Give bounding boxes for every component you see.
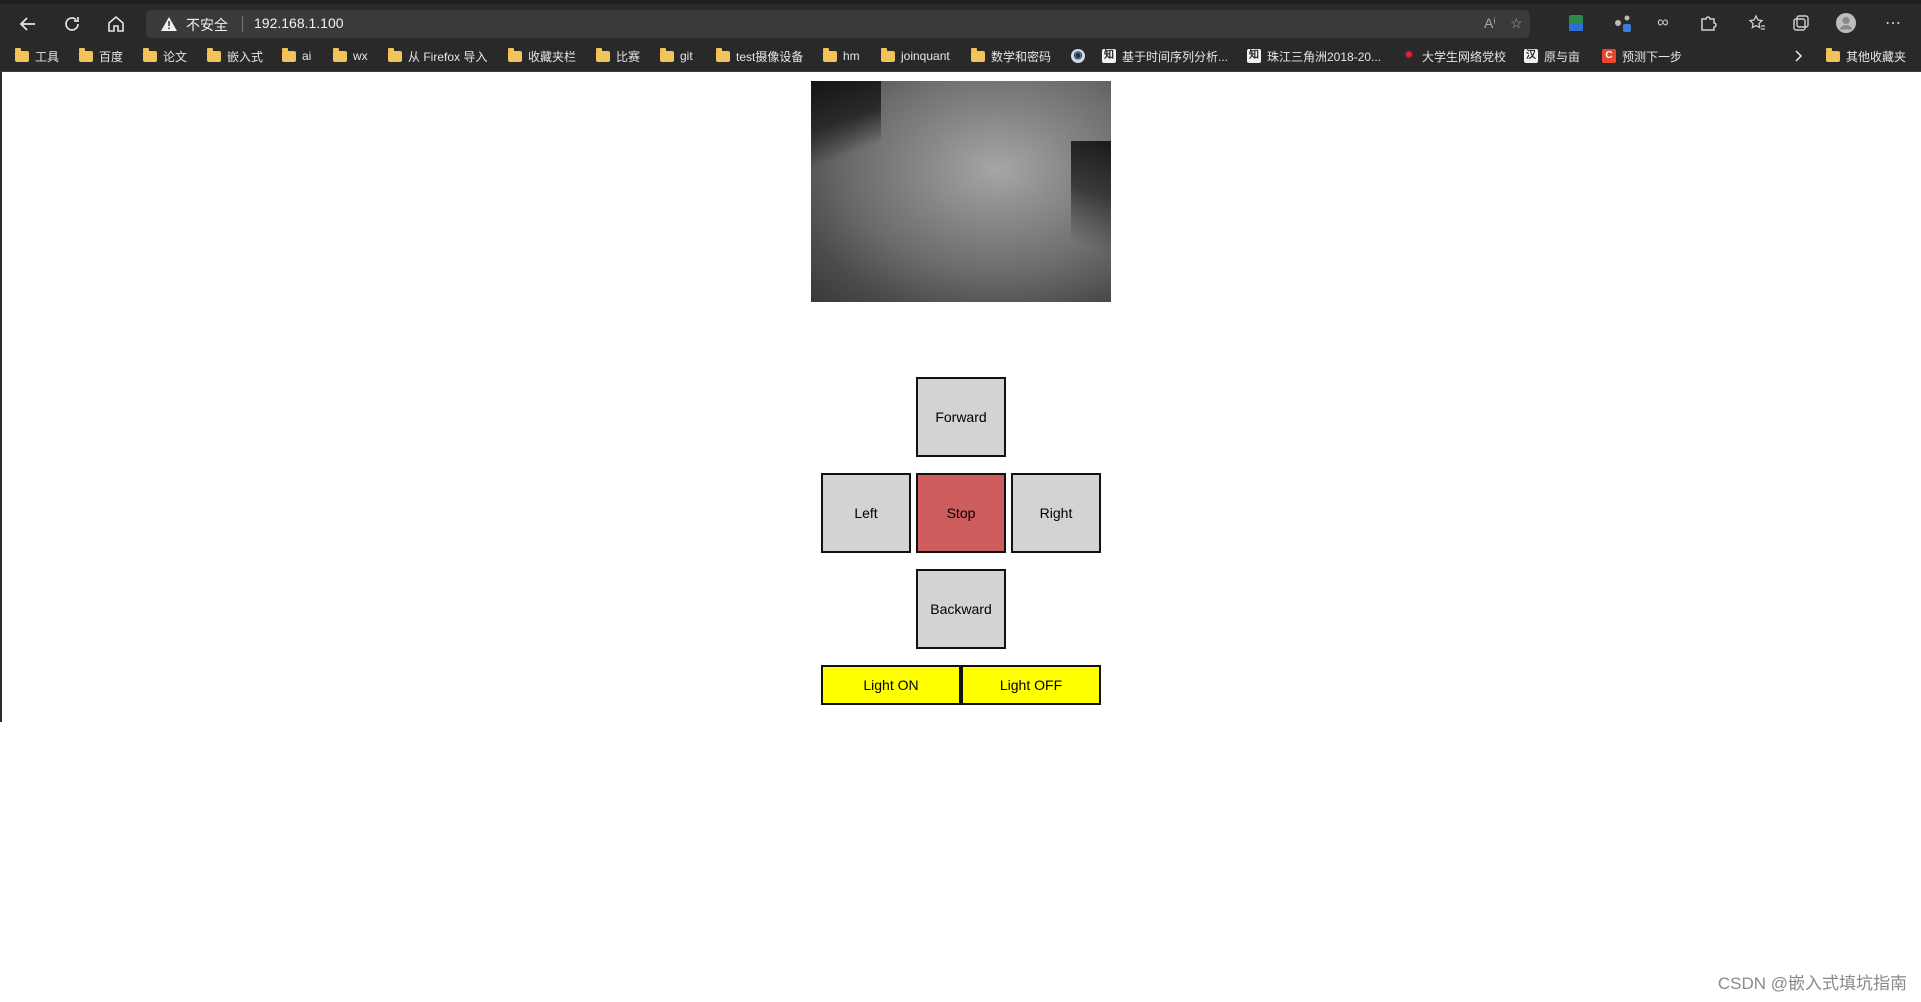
folder-icon xyxy=(1826,47,1840,62)
bookmark-item[interactable]: 工具 xyxy=(15,47,59,65)
folder-icon xyxy=(282,47,296,62)
bookmark-item[interactable]: 知基于时间序列分析... xyxy=(1102,47,1228,65)
bookmark-label: 预测下一步 xyxy=(1622,49,1683,64)
folder-icon xyxy=(207,47,221,62)
bookmark-label: 珠江三角洲2018-20... xyxy=(1267,49,1382,64)
folder-icon xyxy=(143,47,157,62)
bookmark-item[interactable]: 百度 xyxy=(79,47,123,65)
watermark-text: CSDN @嵌入式填坑指南 xyxy=(1717,974,1907,993)
bookmark-item[interactable]: joinquant xyxy=(881,47,950,65)
bookmark-label: git xyxy=(680,49,693,63)
bookmark-item[interactable]: 汉原与亩 xyxy=(1524,47,1580,65)
site-favicon-icon: 汉 xyxy=(1524,49,1538,63)
home-button[interactable] xyxy=(101,11,131,37)
folder-icon xyxy=(823,47,837,62)
light-off-button[interactable]: Light OFF xyxy=(961,665,1101,705)
folder-icon xyxy=(881,47,895,62)
add-favorite-icon[interactable]: ☆ xyxy=(1510,15,1523,32)
address-bar[interactable]: 不安全 192.168.1.100 Aⁱ ☆ xyxy=(146,10,1530,38)
window-edge xyxy=(0,72,2,722)
home-icon xyxy=(108,15,124,32)
bookmark-label: 从 Firefox 导入 xyxy=(408,49,488,64)
bookmark-item[interactable]: ✹ 大学生网络党校 xyxy=(1402,47,1506,65)
other-bookmarks-label: 其他收藏夹 xyxy=(1846,49,1907,64)
address-separator xyxy=(242,16,243,32)
other-bookmarks[interactable]: 其他收藏夹 xyxy=(1826,47,1906,65)
bookmark-label: 基于时间序列分析... xyxy=(1122,49,1229,64)
extension-share-icon[interactable] xyxy=(1611,12,1633,34)
bookmark-label: 大学生网络党校 xyxy=(1422,49,1507,64)
bookmark-label: 嵌入式 xyxy=(227,49,264,64)
extensions-puzzle-icon[interactable] xyxy=(1697,12,1719,34)
camera-stream xyxy=(811,81,1111,302)
globe-icon: ◉ xyxy=(1071,49,1085,63)
bookmarks-overflow-chevron-icon[interactable] xyxy=(1793,47,1803,65)
bookmark-label: wx xyxy=(353,49,368,63)
backward-button[interactable]: Backward xyxy=(916,569,1006,649)
extension-on-icon[interactable] xyxy=(1565,12,1587,34)
csdn-c-icon: C xyxy=(1602,49,1616,63)
bookmark-label: 工具 xyxy=(35,49,60,64)
infinity-icon[interactable]: ∞ xyxy=(1652,12,1674,34)
favorites-icon[interactable] xyxy=(1746,12,1768,34)
bookmark-label: 比赛 xyxy=(616,49,641,64)
browser-toolbar: 不安全 192.168.1.100 Aⁱ ☆ ∞ ⋯ xyxy=(0,0,1921,40)
folder-icon xyxy=(596,47,610,62)
bookmark-label: hm xyxy=(843,49,860,63)
bookmark-item[interactable]: ◉ xyxy=(1071,47,1091,65)
bookmark-item[interactable]: 比赛 xyxy=(596,47,640,65)
folder-icon xyxy=(660,47,674,62)
forward-button[interactable]: Forward xyxy=(916,377,1006,457)
party-emblem-icon: ✹ xyxy=(1404,50,1414,61)
bookmark-label: test摄像设备 xyxy=(736,49,804,64)
camera-frame-shadow xyxy=(811,81,881,201)
bookmark-item[interactable]: 数学和密码 xyxy=(971,47,1051,65)
read-aloud-icon[interactable]: Aⁱ xyxy=(1484,15,1496,32)
bookmark-label: joinquant xyxy=(901,49,950,63)
left-button[interactable]: Left xyxy=(821,473,911,553)
bookmark-item[interactable]: hm xyxy=(823,47,860,65)
bookmark-item[interactable]: ai xyxy=(282,47,311,65)
bookmark-label: 百度 xyxy=(99,49,124,64)
right-button[interactable]: Right xyxy=(1011,473,1101,553)
folder-icon xyxy=(79,47,93,62)
profile-avatar-icon[interactable] xyxy=(1835,12,1857,34)
bookmark-item[interactable]: 知珠江三角洲2018-20... xyxy=(1247,47,1381,65)
bookmark-item[interactable]: test摄像设备 xyxy=(716,47,803,65)
collections-icon[interactable] xyxy=(1790,12,1812,34)
url-text[interactable]: 192.168.1.100 xyxy=(254,15,344,31)
bookmark-item[interactable]: git xyxy=(660,47,693,65)
folder-icon xyxy=(388,47,402,62)
security-label: 不安全 xyxy=(186,17,228,33)
folder-icon xyxy=(716,47,730,62)
bookmark-label: ai xyxy=(302,49,312,63)
warning-icon xyxy=(160,16,178,32)
bookmark-label: 收藏夹栏 xyxy=(528,49,577,64)
stop-button[interactable]: Stop xyxy=(916,473,1006,553)
site-favicon-icon: 知 xyxy=(1102,49,1116,63)
more-menu-icon[interactable]: ⋯ xyxy=(1882,12,1904,34)
back-button[interactable] xyxy=(13,11,43,37)
bookmark-item[interactable]: 从 Firefox 导入 xyxy=(388,47,487,65)
bookmark-item[interactable]: 收藏夹栏 xyxy=(508,47,576,65)
bookmark-label: 数学和密码 xyxy=(991,49,1052,64)
refresh-icon xyxy=(65,17,79,31)
folder-icon xyxy=(15,47,29,62)
bookmark-item[interactable]: 嵌入式 xyxy=(207,47,263,65)
folder-icon xyxy=(333,47,347,62)
bookmarks-bar: 工具 百度 论文 嵌入式 ai wx 从 Firefox 导入 收藏夹栏 比赛 … xyxy=(0,40,1921,72)
back-arrow-icon xyxy=(19,17,35,31)
bookmark-item[interactable]: wx xyxy=(333,47,368,65)
folder-icon xyxy=(971,47,985,62)
bookmark-item[interactable]: 论文 xyxy=(143,47,187,65)
bookmark-item[interactable]: C 预测下一步 xyxy=(1602,47,1682,65)
bookmark-label: 论文 xyxy=(163,49,188,64)
light-on-button[interactable]: Light ON xyxy=(821,665,961,705)
site-favicon-icon: 知 xyxy=(1247,49,1261,63)
refresh-button[interactable] xyxy=(57,11,87,37)
folder-icon xyxy=(508,47,522,62)
bookmark-label: 原与亩 xyxy=(1544,49,1581,64)
camera-frame-shadow xyxy=(1071,141,1111,271)
